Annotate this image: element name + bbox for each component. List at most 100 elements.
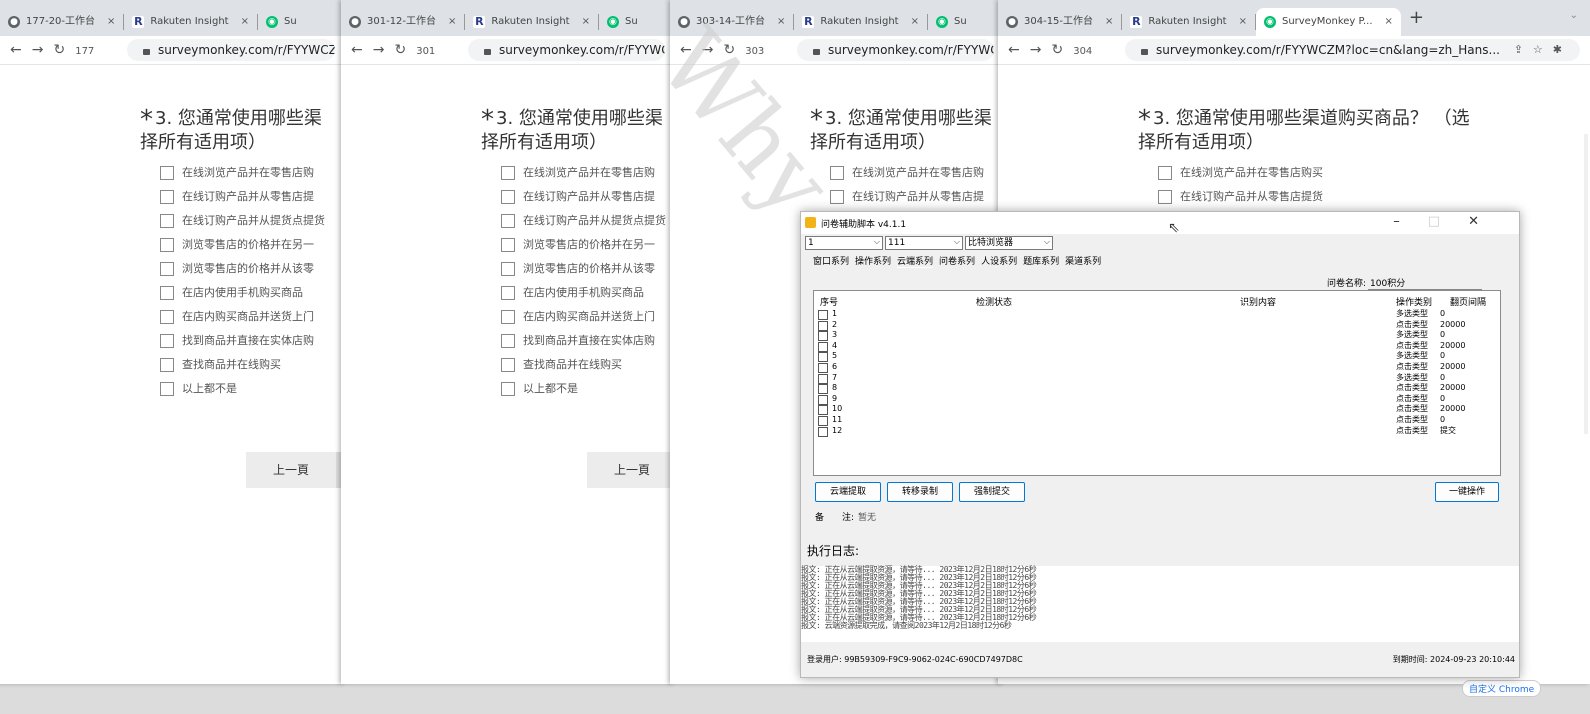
tab-close-icon[interactable]: × — [1239, 8, 1247, 36]
back-icon[interactable]: ← — [10, 36, 22, 64]
option-checkbox[interactable] — [160, 214, 174, 228]
option-item[interactable]: 浏览零售店的价格并在另一 — [501, 238, 675, 252]
option-item[interactable]: 在店内使用手机购买商品 — [501, 286, 675, 300]
back-icon[interactable]: ← — [351, 36, 363, 64]
reload-icon[interactable]: ↻ — [394, 36, 406, 64]
transfer-record-button[interactable]: 转移录制 — [887, 482, 953, 502]
tab-close-icon[interactable]: × — [911, 8, 919, 36]
group-select[interactable]: 111 ⌵ — [885, 236, 963, 250]
row-checkbox[interactable] — [818, 362, 828, 373]
reload-icon[interactable]: ↻ — [53, 36, 65, 64]
option-checkbox[interactable] — [501, 262, 515, 276]
row-checkbox[interactable] — [818, 320, 828, 331]
option-checkbox[interactable] — [160, 262, 174, 276]
option-checkbox[interactable] — [160, 310, 174, 324]
option-checkbox[interactable] — [160, 166, 174, 180]
option-item[interactable]: 在店内使用手机购买商品 — [160, 286, 345, 300]
browser-tab[interactable]: ◉ Su — [258, 8, 317, 36]
option-checkbox[interactable] — [501, 238, 515, 252]
option-item[interactable]: 在线订购产品并从零售店提 — [830, 190, 1004, 204]
option-item[interactable]: 在线浏览产品并在零售店购 — [830, 166, 1004, 180]
option-checkbox[interactable] — [501, 358, 515, 372]
option-item[interactable]: 查找商品并在线购买 — [160, 358, 345, 372]
new-tab-icon[interactable]: + — [1409, 0, 1424, 36]
option-checkbox[interactable] — [501, 334, 515, 348]
row-checkbox[interactable] — [818, 394, 828, 405]
tab-close-icon[interactable]: × — [1105, 8, 1113, 36]
browser-tab[interactable]: ● 304-15-工作台 × — [998, 8, 1121, 36]
forward-icon[interactable]: → — [702, 36, 714, 64]
address-bar[interactable]: surveymonkey.com/r/FYYWCZM — [127, 39, 335, 61]
option-checkbox[interactable] — [830, 166, 844, 180]
menu-tab[interactable]: 问卷系列 — [939, 254, 975, 267]
option-item[interactable]: 在线订购产品并从零售店提货 — [1158, 190, 1590, 204]
option-item[interactable]: 找到商品并直接在实体店购 — [501, 334, 675, 348]
option-item[interactable]: 在线订购产品并从零售店提 — [501, 190, 675, 204]
browser-tab[interactable]: R Rakuten Insight × — [124, 8, 257, 36]
minimize-icon[interactable]: – — [1393, 214, 1428, 229]
row-checkbox[interactable] — [818, 341, 828, 352]
cloud-extract-button[interactable]: 云端提取 — [815, 482, 881, 502]
browser-select[interactable]: 比特浏览器 ⌵ — [965, 236, 1053, 250]
qname-value[interactable]: 100积分 — [1368, 276, 1483, 290]
reload-icon[interactable]: ↻ — [723, 36, 735, 64]
option-checkbox[interactable] — [160, 382, 174, 396]
row-checkbox[interactable] — [818, 415, 828, 426]
menu-tab[interactable]: 渠道系列 — [1065, 254, 1101, 267]
browser-tab[interactable]: ◉ SurveyMonkey P... × — [1255, 8, 1401, 36]
prev-button[interactable]: 上一頁 — [587, 452, 675, 488]
menu-tab[interactable]: 操作系列 — [855, 254, 891, 267]
option-checkbox[interactable] — [160, 334, 174, 348]
option-checkbox[interactable] — [501, 190, 515, 204]
prev-button[interactable]: 上一頁 — [246, 452, 336, 488]
row-checkbox[interactable] — [818, 384, 828, 395]
menu-tab[interactable]: 窗口系列 — [813, 254, 849, 267]
row-checkbox[interactable] — [818, 310, 828, 320]
browser-tab[interactable]: ● 301-12-工作台 × — [341, 8, 464, 36]
option-item[interactable]: 在线浏览产品并在零售店购 — [160, 166, 345, 180]
tab-search-icon[interactable]: ⌄ — [1570, 10, 1578, 21]
row-checkbox[interactable] — [818, 373, 828, 384]
option-item[interactable]: 浏览零售店的价格并从该零 — [160, 262, 345, 276]
row-checkbox[interactable] — [818, 352, 828, 363]
browser-tab[interactable]: R Rakuten Insight × — [794, 8, 927, 36]
extensions-icon[interactable]: ✱ — [1553, 43, 1572, 56]
option-item[interactable]: 以上都不是 — [501, 382, 675, 396]
option-item[interactable]: 在线订购产品并从提货点提货 — [501, 214, 675, 228]
row-checkbox[interactable] — [818, 331, 828, 342]
option-item[interactable]: 在线订购产品并从提货点提货 — [160, 214, 345, 228]
browser-tab[interactable]: ◉ Su — [599, 8, 658, 36]
option-item[interactable]: 在店内购买商品并送货上门 — [160, 310, 345, 324]
maximize-icon[interactable]: □ — [1428, 214, 1468, 229]
option-item[interactable]: 浏览零售店的价格并在另一 — [160, 238, 345, 252]
option-checkbox[interactable] — [501, 286, 515, 300]
option-checkbox[interactable] — [1158, 166, 1172, 180]
option-checkbox[interactable] — [501, 166, 515, 180]
option-item[interactable]: 找到商品并直接在实体店购 — [160, 334, 345, 348]
option-item[interactable]: 在线浏览产品并在零售店购 — [501, 166, 675, 180]
back-icon[interactable]: ← — [680, 36, 692, 64]
forward-icon[interactable]: → — [32, 36, 44, 64]
row-checkbox[interactable] — [818, 426, 828, 437]
address-bar[interactable]: surveymonkey.com/r/FYYWCZM — [797, 39, 994, 61]
browser-tab[interactable]: ● 303-14-工作台 × — [670, 8, 793, 36]
option-checkbox[interactable] — [830, 190, 844, 204]
menu-tab[interactable]: 云端系列 — [897, 254, 934, 268]
bookmark-star-icon[interactable]: ☆ — [1533, 43, 1553, 56]
browser-tab[interactable]: R Rakuten Insight × — [1122, 8, 1255, 36]
tab-close-icon[interactable]: × — [107, 8, 115, 36]
menu-tab[interactable]: 题库系列 — [1023, 254, 1059, 267]
option-item[interactable]: 在线订购产品并从零售店提 — [160, 190, 345, 204]
option-checkbox[interactable] — [160, 358, 174, 372]
tab-close-icon[interactable]: × — [448, 8, 456, 36]
tab-close-icon[interactable]: × — [1385, 8, 1393, 36]
tab-close-icon[interactable]: × — [777, 8, 785, 36]
forward-icon[interactable]: → — [373, 36, 385, 64]
option-checkbox[interactable] — [160, 286, 174, 300]
one-click-button[interactable]: 一键操作 — [1435, 482, 1499, 502]
back-icon[interactable]: ← — [1008, 36, 1020, 64]
forward-icon[interactable]: → — [1030, 36, 1042, 64]
option-checkbox[interactable] — [160, 238, 174, 252]
row-checkbox[interactable] — [818, 405, 828, 416]
share-icon[interactable]: ⇪ — [1514, 43, 1533, 56]
